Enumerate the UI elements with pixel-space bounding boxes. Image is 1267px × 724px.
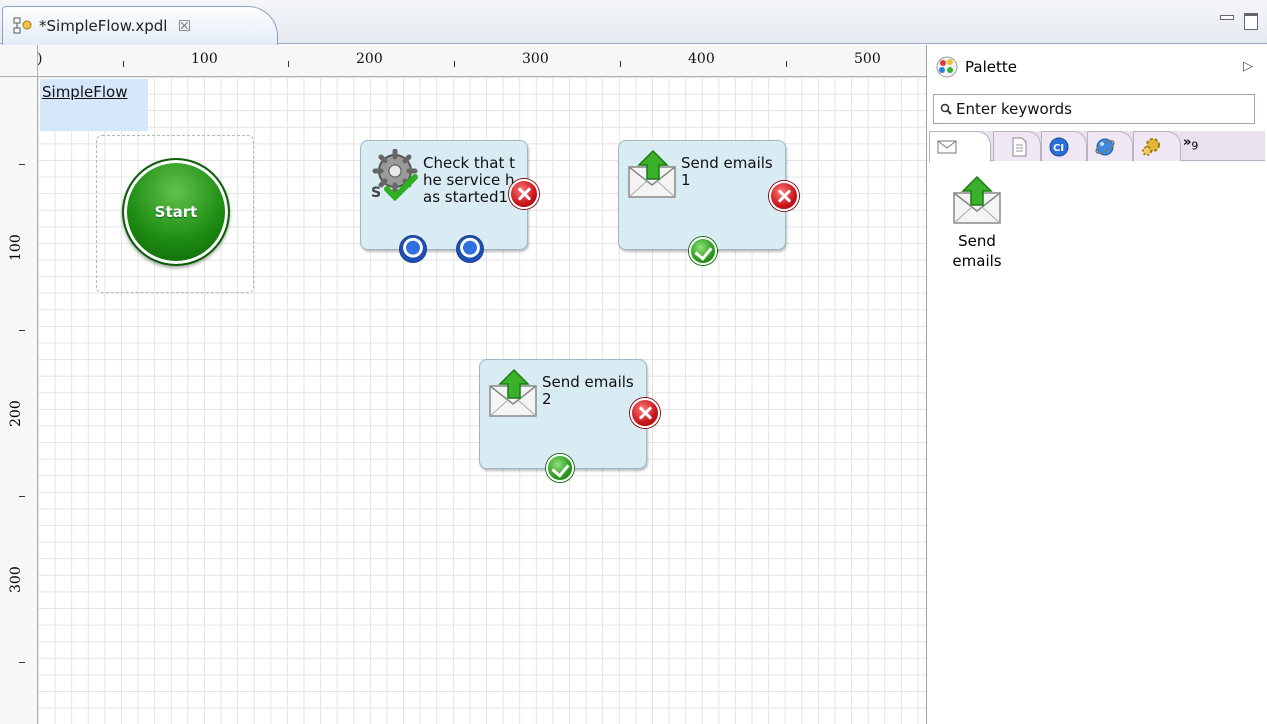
svg-text:S: S: [371, 185, 381, 201]
editor-tab-bar: *SimpleFlow.xpdl ☒: [0, 0, 1267, 45]
editor-tab[interactable]: *SimpleFlow.xpdl ☒: [2, 6, 278, 45]
process-diagram-icon: [13, 17, 32, 34]
document-icon: [1012, 137, 1027, 156]
ruler-tick: [454, 61, 455, 67]
palette-icon: [936, 56, 958, 78]
palette-search-input[interactable]: [956, 100, 1246, 118]
error-event-icon[interactable]: [630, 398, 660, 428]
ruler-tick: [19, 662, 25, 663]
send-email-icon: [953, 175, 1001, 224]
service-check-icon: S: [371, 149, 418, 201]
send-email-icon: [489, 368, 537, 417]
palette-title: Palette: [965, 58, 1017, 76]
ruler-label: 200: [356, 51, 383, 67]
envelope-icon: [937, 140, 957, 154]
ruler-tick: [19, 164, 25, 165]
ci-icon: CI: [1049, 137, 1069, 156]
ruler-tick: [19, 496, 25, 497]
search-icon: [940, 103, 952, 115]
task-label: Check that the service has started1: [423, 154, 516, 206]
pool-name: SimpleFlow: [42, 83, 128, 101]
maximize-button[interactable]: [1241, 10, 1259, 30]
task-check-service[interactable]: S Check that the service has started1: [360, 140, 539, 263]
ruler-corner: [0, 45, 38, 77]
window-controls: [1217, 10, 1259, 30]
horizontal-ruler[interactable]: ) 100 200 300 400 500: [37, 45, 926, 77]
ruler-tick: [19, 330, 25, 331]
palette-tab-services[interactable]: [1133, 131, 1181, 161]
ruler-label: 200: [8, 400, 24, 427]
task-label: Send emails2: [542, 373, 634, 408]
task-send-emails1[interactable]: Send emails1: [618, 140, 799, 265]
ruler-label: 500: [854, 51, 881, 67]
ruler-label: 300: [8, 566, 24, 593]
svg-text:CI: CI: [1053, 143, 1064, 154]
ruler-label: 100: [191, 51, 218, 67]
ruler-tick: [288, 61, 289, 67]
error-event-icon[interactable]: [769, 181, 799, 211]
palette-tab-web[interactable]: [1087, 131, 1133, 161]
success-event-icon[interactable]: [546, 454, 574, 482]
palette-tab-email[interactable]: [929, 131, 991, 162]
palette-tab-document[interactable]: [993, 131, 1041, 161]
more-tabs-count: 9: [1191, 139, 1199, 153]
palette-tab-ci[interactable]: CI: [1041, 131, 1087, 161]
palette-panel: Palette ▷ CI: [926, 45, 1267, 724]
task-send-emails2[interactable]: Send emails2: [479, 359, 660, 482]
ruler-label: ): [37, 51, 43, 67]
success-event-icon[interactable]: [689, 237, 717, 265]
ruler-label: 400: [688, 51, 715, 67]
globe-icon: [1095, 138, 1115, 155]
diagram-canvas[interactable]: SimpleFlow Start S Check that the servic…: [38, 77, 926, 724]
error-event-icon[interactable]: [509, 179, 539, 209]
send-email-icon: [628, 149, 676, 198]
minimize-button[interactable]: [1217, 10, 1235, 28]
pool-label[interactable]: SimpleFlow: [40, 79, 148, 131]
ruler-tick: [123, 61, 124, 67]
ruler-tick: [786, 61, 787, 67]
vertical-ruler[interactable]: 100 200 300: [0, 77, 38, 724]
palette-item-send-emails[interactable]: Send emails: [947, 175, 1007, 271]
start-event[interactable]: Start: [122, 158, 230, 266]
palette-header: Palette ▷: [927, 45, 1267, 89]
palette-search: [933, 94, 1255, 124]
ruler-label: 100: [8, 234, 24, 261]
close-tab-icon[interactable]: ☒: [177, 17, 190, 35]
task-label: Send emails1: [681, 154, 773, 189]
palette-item-label: Send emails: [952, 232, 1002, 270]
intermediate-port-icon[interactable]: [399, 235, 427, 263]
collapse-palette-icon[interactable]: ▷: [1243, 59, 1253, 74]
editor-tab-title: *SimpleFlow.xpdl: [39, 17, 168, 35]
ruler-tick: [620, 61, 621, 67]
more-palette-tabs-button[interactable]: »9: [1183, 135, 1198, 153]
palette-tabs: CI »9: [929, 131, 1265, 162]
intermediate-port-icon[interactable]: [456, 235, 484, 263]
ruler-label: 300: [522, 51, 549, 67]
gears-icon: [1142, 137, 1160, 156]
start-event-label: Start: [154, 203, 198, 221]
